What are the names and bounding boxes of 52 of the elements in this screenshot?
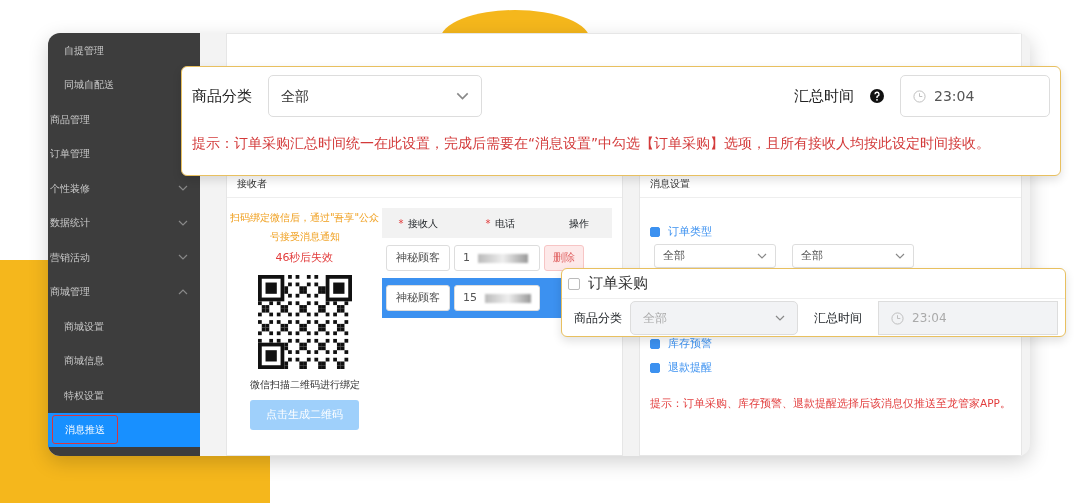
sidebar-item[interactable]: 个性装修 xyxy=(48,171,200,206)
sidebar-item[interactable]: 商城管理 xyxy=(48,274,200,309)
chevron-down-icon xyxy=(757,253,767,259)
checkbox[interactable] xyxy=(650,339,660,349)
redacted-blur xyxy=(478,253,528,263)
redacted-blur xyxy=(485,293,531,303)
option-label: 库存预警 xyxy=(668,335,712,352)
select-value: 全部 xyxy=(281,86,309,106)
phone-text: 1 xyxy=(463,249,470,266)
sidebar-item[interactable]: 数据统计 xyxy=(48,205,200,240)
select-field[interactable]: 全部 xyxy=(792,244,914,268)
help-icon[interactable] xyxy=(870,89,884,103)
column-header: 操作 xyxy=(569,216,589,231)
field-label: 汇总时间 xyxy=(814,310,862,327)
clock-icon xyxy=(913,89,926,103)
chevron-down-icon xyxy=(895,253,905,259)
checkbox[interactable] xyxy=(650,363,660,373)
chevron-down-icon xyxy=(456,92,469,100)
sidebar-item[interactable]: 商城信息 xyxy=(48,343,200,378)
column-header: 接收人 xyxy=(407,216,438,231)
chevron-down-icon xyxy=(775,315,785,321)
required-mark: * xyxy=(485,216,491,231)
field-label: 汇总时间 xyxy=(794,85,854,107)
column-header: 电话 xyxy=(494,216,515,231)
sidebar-item[interactable]: 自提管理 xyxy=(48,33,200,68)
category-select[interactable]: 全部 xyxy=(268,75,482,117)
required-mark: * xyxy=(398,216,404,231)
time-field[interactable]: 23:04 xyxy=(900,75,1050,117)
clock-icon xyxy=(891,311,904,325)
notice-text: 扫码绑定微信后，通过"吾享"公众号接受消息通知 xyxy=(228,211,381,244)
select-value: 全部 xyxy=(801,247,823,264)
option-label: 订单类型 xyxy=(668,223,712,240)
qr-caption: 微信扫描二维码进行绑定 xyxy=(249,377,360,392)
option-label: 退款提醒 xyxy=(668,359,712,376)
sidebar-item[interactable]: 营销活动 xyxy=(48,240,200,275)
time-value: 23:04 xyxy=(934,86,975,106)
hint-text: 提示：订单采购汇总时间统一在此设置，完成后需要在“消息设置”中勾选【订单采购】选项，且所有接收人均按此设定时间接收。 xyxy=(192,134,991,153)
select-field[interactable]: 全部 xyxy=(654,244,776,268)
hint-text: 提示：订单采购、库存预警、退款提醒选择后该消息仅推送至龙管家APP。 xyxy=(650,396,1011,411)
time-value: 23:04 xyxy=(912,310,947,327)
name-field[interactable]: 神秘顾客 xyxy=(386,245,450,271)
select-value: 全部 xyxy=(643,310,667,327)
phone-field[interactable]: 1 xyxy=(454,245,540,271)
select-value: 全部 xyxy=(663,247,685,264)
field-label: 商品分类 xyxy=(192,85,252,107)
sidebar-item[interactable]: 商城设置 xyxy=(48,309,200,344)
checkbox[interactable] xyxy=(650,227,660,237)
countdown-text: 46秒后失效 xyxy=(275,250,334,266)
phone-text: 15 xyxy=(463,289,477,306)
phone-field[interactable]: 15 xyxy=(454,285,540,311)
name-field[interactable]: 神秘顾客 xyxy=(386,285,450,311)
sidebar-item[interactable]: 特权设置 xyxy=(48,378,200,413)
